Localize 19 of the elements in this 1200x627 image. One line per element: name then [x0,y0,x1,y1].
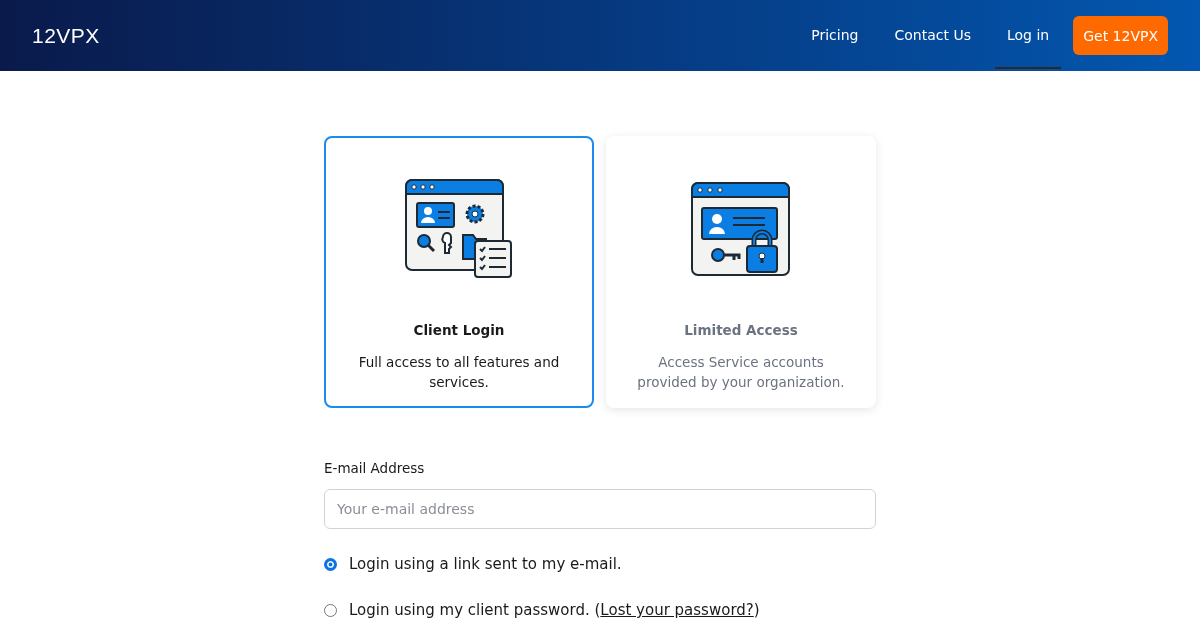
option-label: Login using a link sent to my e-mail. [349,555,622,573]
radio-button[interactable] [324,603,337,617]
lost-password-link[interactable]: Lost your password? [600,601,754,619]
field-label: E-mail Address [324,460,426,476]
card-title: Limited Access [684,322,798,338]
option-label: Login using my client password. (Lost your password?) [349,601,760,619]
card-description: Full access to all features and services. [357,353,561,392]
browser-profile-lock-icon [691,181,791,277]
nav-link[interactable]: Log in [994,0,1062,71]
nav-link[interactable]: Pricing [799,0,871,71]
account-type-card[interactable]: Limited Access Access Service accounts provided by your organization. [606,136,876,408]
site-logo[interactable]: 12VPX [32,23,100,48]
email-input-field[interactable]: Your e-mail address [324,489,876,529]
radio-button[interactable] [324,557,337,571]
card-title: Client Login [413,322,505,338]
nav-link[interactable]: Contact Us [882,0,983,71]
account-type-card[interactable]: Client Login Full access to all features and services. [324,136,594,408]
card-description: Access Service accounts provided by your organization. [636,353,846,392]
browser-profile-settings-icon [405,179,513,279]
